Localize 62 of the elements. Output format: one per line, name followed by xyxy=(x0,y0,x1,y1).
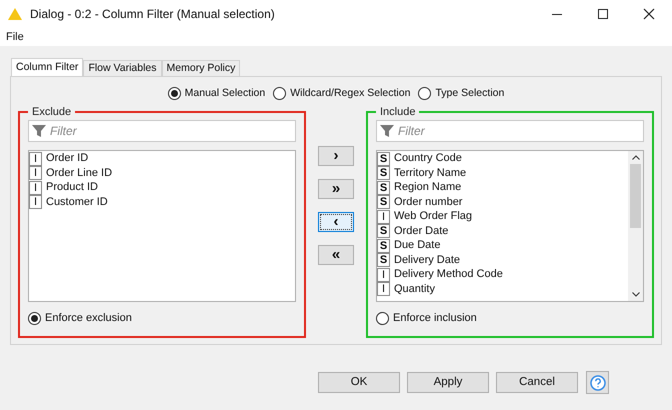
filter-icon xyxy=(380,124,394,138)
radio-button[interactable] xyxy=(418,87,432,100)
help-button[interactable] xyxy=(586,371,609,394)
column-name[interactable]: Order number xyxy=(394,194,462,210)
radio-button[interactable] xyxy=(273,87,286,100)
type-badge: I xyxy=(377,268,390,282)
radio-label: Type Selection xyxy=(435,86,504,101)
transfer-button[interactable]: » xyxy=(318,178,354,199)
window-title: Dialog - 0:2 - Column Filter (Manual selection) xyxy=(30,6,275,23)
tab[interactable]: Column Filter xyxy=(11,58,84,76)
radio-button[interactable] xyxy=(28,312,41,325)
filter-icon xyxy=(32,124,46,138)
column-name[interactable]: Order ID xyxy=(46,151,88,167)
scroll-down-icon[interactable] xyxy=(632,292,640,298)
dialog-button[interactable]: OK xyxy=(318,372,400,393)
column-name[interactable]: Delivery Date xyxy=(394,252,460,268)
column-name[interactable]: Delivery Method Code xyxy=(394,266,503,283)
column-name[interactable]: Country Code xyxy=(394,151,462,167)
group-title: Exclude xyxy=(31,104,72,120)
radio-button[interactable] xyxy=(376,312,389,325)
radio-label: Enforce inclusion xyxy=(393,311,477,326)
type-badge: S xyxy=(377,224,390,238)
column-name[interactable]: Order Date xyxy=(394,222,448,240)
dialog-button[interactable]: Apply xyxy=(407,372,489,393)
filter-field[interactable]: Filter xyxy=(376,120,644,142)
column-name[interactable]: Customer ID xyxy=(46,194,108,210)
type-badge: S xyxy=(377,238,390,252)
type-badge: S xyxy=(377,166,390,180)
transfer-button[interactable]: › xyxy=(318,146,354,166)
column-name[interactable]: Product ID xyxy=(46,179,98,196)
filter-field[interactable]: Filter xyxy=(28,120,296,142)
tab[interactable]: Flow Variables xyxy=(83,60,162,76)
type-badge: S xyxy=(377,152,390,166)
type-badge: S xyxy=(377,180,390,194)
type-badge: I xyxy=(29,166,42,180)
type-badge: I xyxy=(377,210,390,224)
radio-label: Wildcard/Regex Selection xyxy=(290,86,410,101)
help-icon xyxy=(590,374,606,390)
column-name[interactable]: Due Date xyxy=(394,237,440,254)
type-badge: S xyxy=(377,253,390,267)
column-name[interactable]: Region Name xyxy=(394,179,462,196)
menu-item[interactable]: File xyxy=(6,28,24,46)
type-badge: I xyxy=(29,180,42,194)
transfer-button[interactable]: ‹ xyxy=(318,212,354,232)
warning-icon xyxy=(8,8,22,20)
column-name[interactable]: Territory Name xyxy=(394,164,466,182)
type-badge: I xyxy=(377,282,390,296)
type-badge: S xyxy=(377,195,390,209)
dialog-button[interactable]: Cancel xyxy=(496,372,578,393)
group-title: Include xyxy=(379,104,416,120)
column-name[interactable]: Quantity xyxy=(394,280,435,298)
column-name[interactable]: Web Order Flag xyxy=(394,208,472,225)
radio-button[interactable] xyxy=(168,87,181,100)
column-name[interactable]: Order Line ID xyxy=(46,164,112,182)
scrollbar[interactable] xyxy=(628,151,643,302)
type-badge: I xyxy=(29,152,42,166)
type-badge: I xyxy=(29,195,42,209)
radio-label: Enforce exclusion xyxy=(45,311,132,326)
radio-label: Manual Selection xyxy=(184,86,266,101)
scroll-up-icon[interactable] xyxy=(632,155,640,160)
transfer-button[interactable]: « xyxy=(318,244,354,265)
tab[interactable]: Memory Policy xyxy=(162,60,240,76)
